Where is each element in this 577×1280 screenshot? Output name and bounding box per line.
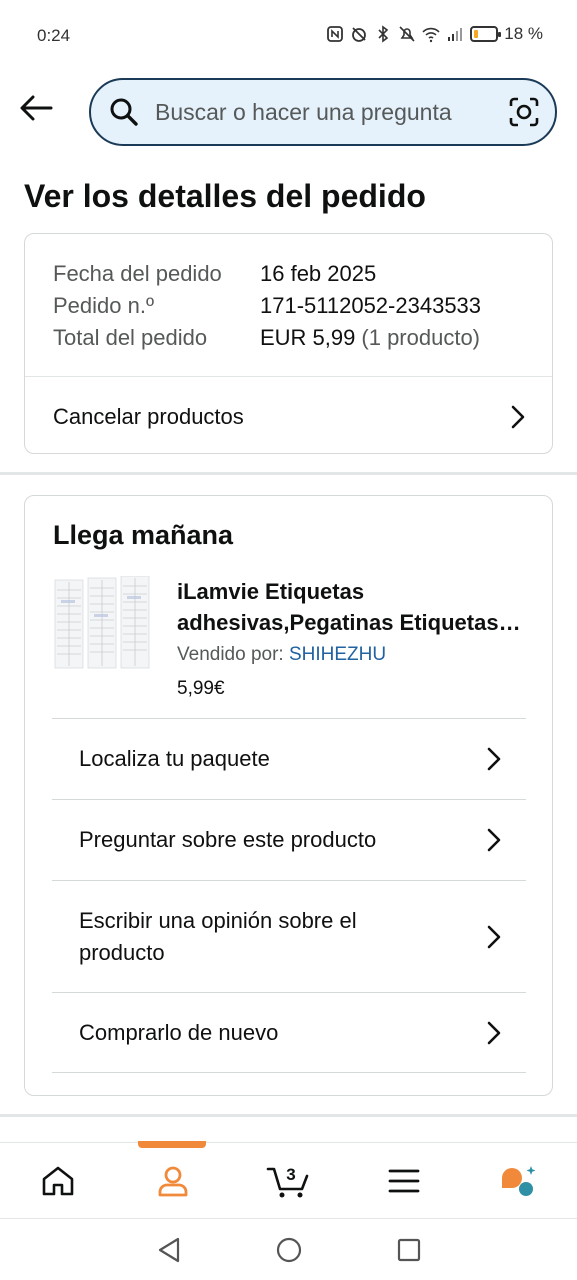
order-total-label: Total del pedido bbox=[53, 325, 208, 350]
order-number-row: Pedido n.º 171-5112052-2343533 bbox=[53, 290, 552, 322]
nfc-icon bbox=[327, 26, 344, 42]
nav-menu[interactable] bbox=[346, 1143, 461, 1218]
order-date-row: Fecha del pedido 16 feb 2025 bbox=[53, 258, 552, 290]
chevron-right-icon bbox=[482, 1021, 506, 1045]
system-nav-bar bbox=[0, 1218, 577, 1280]
camera-search-button[interactable] bbox=[507, 95, 541, 129]
cancel-products-label: Cancelar productos bbox=[53, 404, 244, 429]
shipment-card: Llega mañana iLamvie Etiquetas adhesivas… bbox=[24, 495, 553, 1096]
nav-cart[interactable]: 3 bbox=[231, 1143, 346, 1218]
ask-product-question-row[interactable]: Preguntar sobre este producto bbox=[52, 799, 526, 880]
order-number-label: Pedido n.º bbox=[53, 293, 154, 318]
account-icon bbox=[158, 1166, 188, 1196]
signal-icon bbox=[448, 28, 463, 41]
wifi-icon bbox=[422, 27, 440, 43]
order-summary: Fecha del pedido 16 feb 2025 Pedido n.º … bbox=[25, 234, 552, 354]
mute-icon bbox=[399, 26, 415, 42]
camera-scan-icon bbox=[509, 97, 539, 127]
track-package-row[interactable]: Localiza tu paquete bbox=[52, 718, 526, 799]
back-button[interactable] bbox=[16, 92, 56, 124]
nav-home[interactable] bbox=[0, 1143, 115, 1218]
chevron-right-icon bbox=[482, 828, 506, 852]
chevron-right-icon bbox=[482, 747, 506, 771]
buy-again-label: Comprarlo de nuevo bbox=[79, 1019, 279, 1045]
product-title[interactable]: iLamvie Etiquetas adhesivas,Pegatinas Et… bbox=[177, 576, 527, 638]
ask-product-question-label: Preguntar sobre este producto bbox=[79, 827, 377, 852]
seller-link[interactable]: SHIHEZHU bbox=[289, 644, 386, 665]
shipment-actions: Localiza tu paquete Preguntar sobre este… bbox=[52, 718, 526, 1073]
order-total-row: Total del pedido EUR 5,99 (1 producto) bbox=[53, 322, 552, 354]
cancel-products-row[interactable]: Cancelar productos bbox=[25, 377, 552, 457]
order-summary-card: Fecha del pedido 16 feb 2025 Pedido n.º … bbox=[24, 233, 553, 454]
order-total-count: (1 producto) bbox=[361, 325, 481, 350]
alarm-off-icon bbox=[352, 27, 367, 42]
triangle-back-icon bbox=[158, 1237, 179, 1262]
rufus-icon bbox=[502, 1165, 536, 1196]
order-total-value: EUR 5,99 bbox=[260, 325, 356, 350]
write-review-label: Escribir una opinión sobre el producto bbox=[79, 907, 357, 965]
cart-count: 3 bbox=[286, 1165, 295, 1184]
order-date-value: 16 feb 2025 bbox=[260, 261, 377, 286]
search-icon bbox=[110, 98, 138, 126]
page-title: Ver los detalles del pedido bbox=[24, 178, 426, 214]
order-date-label: Fecha del pedido bbox=[53, 261, 222, 286]
seller-prefix: Vendido por: bbox=[177, 644, 289, 665]
square-recents-icon bbox=[397, 1238, 420, 1261]
system-back-button[interactable] bbox=[156, 1237, 182, 1263]
search-input[interactable] bbox=[155, 98, 507, 126]
status-bar: 0:24 18 % bbox=[0, 0, 577, 70]
system-recents-button[interactable] bbox=[396, 1237, 422, 1263]
product-info: iLamvie Etiquetas adhesivas,Pegatinas Et… bbox=[177, 576, 527, 700]
top-bar bbox=[0, 70, 577, 154]
order-number-value: 171-5112052-2343533 bbox=[260, 293, 482, 318]
chevron-right-icon bbox=[506, 405, 530, 429]
chevron-right-icon bbox=[482, 925, 506, 949]
track-package-label: Localiza tu paquete bbox=[79, 746, 270, 771]
battery-icon bbox=[470, 26, 502, 42]
menu-icon bbox=[388, 1169, 420, 1192]
status-icons: 18 % bbox=[326, 24, 543, 44]
buy-again-row[interactable]: Comprarlo de nuevo bbox=[52, 992, 526, 1073]
cart-icon: 3 bbox=[266, 1165, 308, 1197]
product-seller: Vendido por: SHIHEZHU bbox=[177, 644, 527, 666]
bluetooth-icon bbox=[378, 25, 389, 43]
search-bar[interactable] bbox=[89, 78, 557, 146]
battery-percent: 18 % bbox=[504, 24, 543, 43]
product-item[interactable]: iLamvie Etiquetas adhesivas,Pegatinas Et… bbox=[53, 576, 533, 699]
arrow-left-icon bbox=[20, 95, 53, 121]
nav-rufus[interactable] bbox=[462, 1143, 577, 1218]
product-price: 5,99€ bbox=[177, 678, 225, 699]
write-review-row[interactable]: Escribir una opinión sobre el producto bbox=[52, 880, 526, 992]
status-time: 0:24 bbox=[37, 26, 71, 45]
delivery-status: Llega mañana bbox=[53, 520, 234, 550]
circle-home-icon bbox=[276, 1237, 301, 1262]
bottom-nav: 3 bbox=[0, 1141, 577, 1218]
section-separator bbox=[0, 472, 577, 475]
home-icon bbox=[42, 1166, 74, 1195]
nav-account[interactable] bbox=[115, 1143, 230, 1218]
section-separator bbox=[0, 1114, 577, 1117]
product-image[interactable] bbox=[53, 576, 153, 671]
system-home-button[interactable] bbox=[276, 1237, 302, 1263]
